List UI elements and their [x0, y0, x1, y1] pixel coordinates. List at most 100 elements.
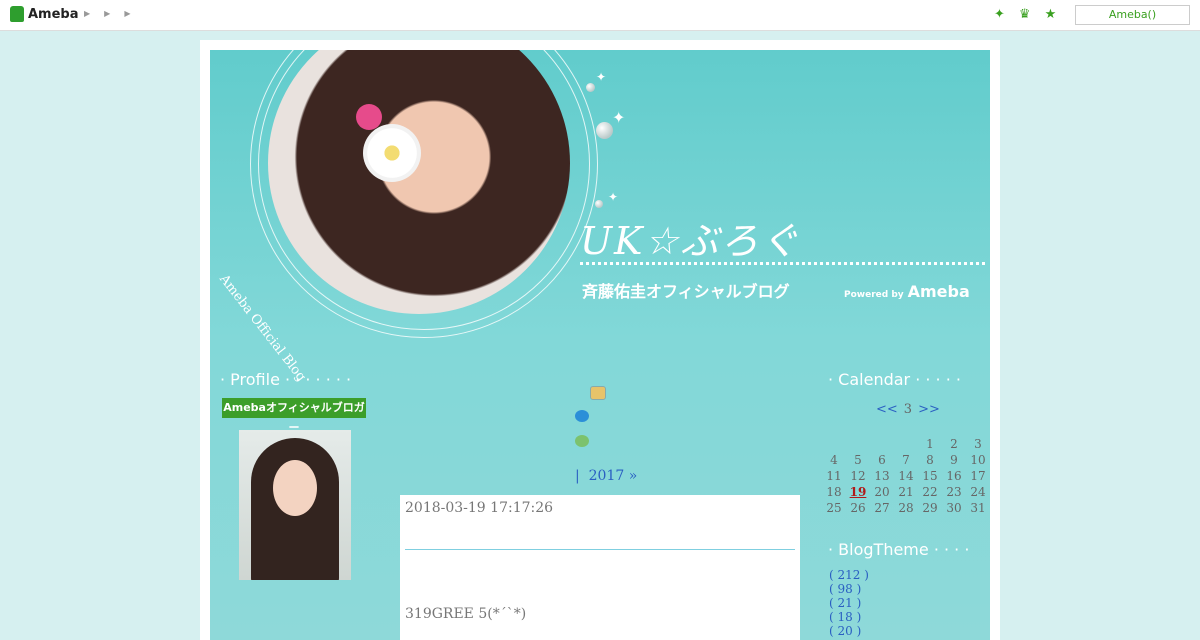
- dotted-divider: [580, 262, 985, 265]
- calendar-day: 4: [830, 453, 838, 467]
- decor-orb: [586, 83, 595, 92]
- calendar-prev[interactable]: <<: [876, 402, 898, 417]
- calendar-day: 30: [946, 501, 962, 515]
- calendar-day: 17: [970, 469, 986, 483]
- calendar-day: 18: [826, 485, 842, 499]
- post-date: 2018-03-19 17:17:26: [405, 500, 554, 516]
- star-icon[interactable]: ★: [1045, 7, 1057, 22]
- post-body: 319GREE 5(*´`*): [405, 606, 527, 622]
- blogtheme-list: ( 212 ) ( 98 ) ( 21 ) ( 18 ) ( 20 ): [829, 568, 869, 638]
- arrow-right-icon[interactable]: ▶: [84, 9, 104, 18]
- calendar-week: 18 19 20 21 22 23 24: [822, 484, 990, 500]
- calendar-day: 10: [970, 453, 986, 467]
- calendar-next[interactable]: >>: [918, 402, 940, 417]
- calendar-day: 20: [874, 485, 890, 499]
- calendar-nav: << 3 >>: [876, 402, 940, 417]
- blog-post: 2018-03-19 17:17:26 319GREE 5(*´`*): [400, 495, 800, 640]
- top-bar: Ameba ▶▶▶ ✦ ♛ ★ Ameba(): [0, 0, 1200, 31]
- calendar-day: 9: [950, 453, 958, 467]
- blog-title[interactable]: UK☆ぶろぐ: [580, 210, 800, 265]
- calendar-day: [846, 436, 870, 452]
- calendar-grid: 1 2 3 4 5 6 7 8 9 10 11 12 13 14 15 16 17 18 19 20 21 22 23 24 2…: [822, 436, 990, 516]
- calendar-day: 7: [902, 453, 910, 467]
- powered-by: Powered by Ameba: [844, 282, 970, 301]
- profile-photo[interactable]: [239, 430, 351, 580]
- blog-page: ✦ ✦ ✦ Ameba Official Blog UK☆ぶろぐ 斉藤佑圭オフィ…: [200, 40, 1000, 640]
- blogtheme-heading: · BlogTheme · · · ·: [828, 540, 970, 559]
- blog-inner: ✦ ✦ ✦ Ameba Official Blog UK☆ぶろぐ 斉藤佑圭オフィ…: [210, 50, 990, 640]
- calendar-day: 14: [898, 469, 914, 483]
- calendar-day: 23: [946, 485, 962, 499]
- theme-item[interactable]: ( 98 ): [829, 582, 869, 596]
- calendar-day: 29: [922, 501, 938, 515]
- archive-year-link[interactable]: 2017 »: [589, 468, 638, 484]
- ameba-logo[interactable]: Ameba: [10, 6, 79, 22]
- white-flower: [363, 124, 421, 182]
- powered-by-label: Powered by: [844, 290, 904, 300]
- post-divider: [405, 549, 795, 550]
- arrow-right-icon[interactable]: ▶: [124, 9, 144, 18]
- pigg-avatar-icon[interactable]: [575, 435, 589, 447]
- calendar-day: 2: [950, 437, 958, 451]
- calendar-table: 1 2 3 4 5 6 7 8 9 10 11 12 13 14 15 16 17 18 19 20 21 22 23 24 2…: [822, 436, 990, 516]
- calendar-heading: · Calendar · · · · ·: [828, 370, 961, 389]
- blog-subtitle: 斉藤佑圭オフィシャルブログ: [582, 282, 790, 301]
- calendar-day: 13: [874, 469, 890, 483]
- calendar-week: 25 26 27 28 29 30 31: [822, 500, 990, 516]
- calendar-week: 11 12 13 14 15 16 17: [822, 468, 990, 484]
- theme-item[interactable]: ( 20 ): [829, 624, 869, 638]
- calendar-week: 1 2 3: [822, 436, 990, 452]
- arrow-right-icon[interactable]: ▶: [104, 9, 124, 18]
- photo-album-icon[interactable]: [590, 386, 606, 400]
- calendar-day: 28: [898, 501, 914, 515]
- calendar-day: 31: [970, 501, 986, 515]
- calendar-day: 3: [974, 437, 982, 451]
- theme-item[interactable]: ( 18 ): [829, 610, 869, 624]
- nav-arrows[interactable]: ▶▶▶: [84, 9, 144, 18]
- ameba-mascot-icon: [10, 6, 24, 22]
- calendar-day: [894, 436, 918, 452]
- crown-icon[interactable]: ♛: [1019, 7, 1031, 22]
- ameba-link-box[interactable]: Ameba(): [1075, 5, 1190, 25]
- calendar-day: 11: [826, 469, 842, 483]
- archive-nav: | 2017 »: [575, 468, 637, 484]
- calendar-day[interactable]: 19: [846, 484, 870, 500]
- calendar-day: 5: [854, 453, 862, 467]
- official-blogger-badge[interactable]: Amebaオフィシャルブロガー: [222, 398, 366, 434]
- logo-text: Ameba: [28, 6, 79, 22]
- theme-item[interactable]: ( 212 ): [829, 568, 869, 582]
- calendar-heading-label: Calendar: [838, 370, 911, 389]
- calendar-day: 12: [850, 469, 866, 483]
- calendar-day: 24: [970, 485, 986, 499]
- theme-item[interactable]: ( 21 ): [829, 596, 869, 610]
- calendar-day: 1: [926, 437, 934, 451]
- calendar-day: 16: [946, 469, 962, 483]
- decor-orb: [596, 122, 613, 139]
- calendar-week: 4 5 6 7 8 9 10: [822, 452, 990, 468]
- calendar-day: 26: [850, 501, 866, 515]
- sparkle-icon[interactable]: ✦: [994, 7, 1005, 22]
- calendar-day: 22: [922, 485, 938, 499]
- blogtheme-heading-label: BlogTheme: [838, 540, 929, 559]
- official-blog-label: Ameba Official Blog: [216, 272, 309, 385]
- archive-separator: |: [575, 468, 580, 484]
- sparkle-icon: ✦: [612, 108, 626, 127]
- sparkle-icon: ✦: [596, 70, 607, 84]
- calendar-day: 27: [874, 501, 890, 515]
- calendar-day: 25: [826, 501, 842, 515]
- sparkle-icon: ✦: [608, 190, 619, 204]
- calendar-day: 21: [898, 485, 914, 499]
- calendar-month: 3: [903, 402, 913, 417]
- calendar-day: 15: [922, 469, 938, 483]
- calendar-day: [822, 436, 846, 452]
- ameba-chat-icon[interactable]: [575, 410, 589, 422]
- profile-heading: · Profile · · · · · · ·: [220, 370, 352, 389]
- calendar-day: 6: [878, 453, 886, 467]
- profile-heading-label: Profile: [230, 370, 280, 389]
- powered-brand: Ameba: [907, 282, 970, 301]
- decor-orb: [595, 200, 603, 208]
- calendar-day: 8: [926, 453, 934, 467]
- calendar-day: [870, 436, 894, 452]
- top-icons: ✦ ♛ ★: [994, 7, 1056, 22]
- profile-face: [273, 460, 317, 516]
